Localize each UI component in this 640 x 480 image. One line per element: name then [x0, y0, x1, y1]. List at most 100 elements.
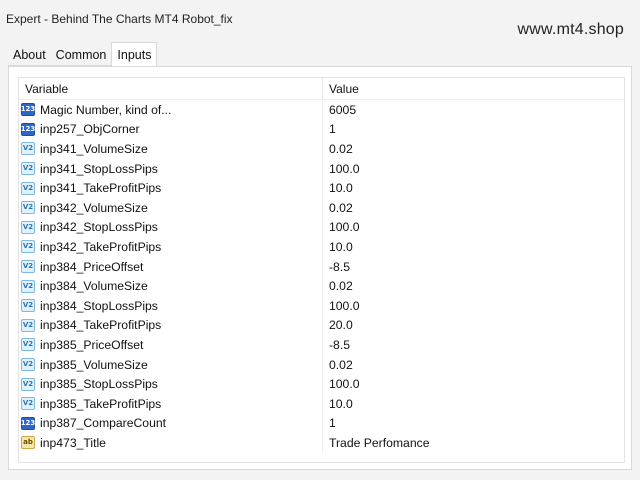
variable-cell[interactable]: V2 inp342_StopLossPips	[19, 217, 323, 238]
variable-value: 1	[329, 416, 336, 431]
value-cell[interactable]: 100.0	[323, 374, 624, 394]
variable-cell[interactable]: V2 inp384_VolumeSize	[19, 276, 323, 296]
value-cell[interactable]: Trade Perfomance	[323, 433, 624, 453]
variable-cell[interactable]: 123 inp257_ObjCorner	[19, 119, 323, 140]
variable-name: inp385_VolumeSize	[40, 357, 148, 372]
variable-name: inp341_TakeProfitPips	[40, 181, 162, 196]
value-cell[interactable]: -8.5	[323, 257, 624, 277]
variable-cell[interactable]: V2 inp342_VolumeSize	[19, 197, 323, 218]
table-row[interactable]: 123 inp387_CompareCount 1	[19, 413, 624, 434]
variable-value: 6005	[329, 102, 357, 117]
variable-name: inp384_VolumeSize	[40, 279, 148, 294]
value-cell[interactable]: 0.02	[323, 139, 624, 159]
value-cell[interactable]: 0.02	[323, 276, 624, 296]
variable-name: inp341_VolumeSize	[40, 141, 148, 156]
value-cell[interactable]: 20.0	[323, 316, 624, 336]
string-type-icon: ab	[21, 436, 35, 450]
table-row[interactable]: V2 inp342_StopLossPips 100.0	[19, 217, 624, 238]
inputs-panel: Variable Value 123 Magic Number, kind of.…	[8, 66, 632, 470]
variable-value: 10.0	[329, 181, 353, 196]
variable-cell[interactable]: V2 inp385_PriceOffset	[19, 335, 323, 355]
tab-inputs[interactable]: Inputs	[111, 42, 158, 66]
variable-cell[interactable]: V2 inp341_TakeProfitPips	[19, 178, 323, 198]
inputs-table: Variable Value 123 Magic Number, kind of.…	[18, 77, 625, 463]
variable-cell[interactable]: V2 inp384_StopLossPips	[19, 295, 323, 316]
double-type-icon: V2	[21, 201, 35, 215]
variable-name: inp385_PriceOffset	[40, 337, 144, 352]
variable-value: Trade Perfomance	[329, 435, 430, 450]
variable-cell[interactable]: 123 Magic Number, kind of...	[19, 100, 323, 120]
variable-value: 0.02	[329, 200, 353, 215]
variable-cell[interactable]: V2 inp384_TakeProfitPips	[19, 315, 323, 336]
column-header-value[interactable]: Value	[323, 78, 624, 99]
variable-cell[interactable]: V2 inp385_VolumeSize	[19, 354, 323, 375]
table-row[interactable]: V2 inp384_TakeProfitPips 20.0	[19, 315, 624, 336]
value-cell[interactable]: 1	[323, 414, 624, 434]
value-cell[interactable]: 100.0	[323, 218, 624, 238]
table-row[interactable]: V2 inp341_TakeProfitPips 10.0	[19, 178, 624, 198]
variable-cell[interactable]: V2 inp385_TakeProfitPips	[19, 393, 323, 414]
value-cell[interactable]: 0.02	[323, 355, 624, 375]
variable-name: inp387_CompareCount	[40, 416, 167, 431]
table-row[interactable]: V2 inp342_VolumeSize 0.02	[19, 197, 624, 218]
variable-value: -8.5	[329, 337, 351, 352]
variable-cell[interactable]: V2 inp342_TakeProfitPips	[19, 237, 323, 257]
window-title: Expert - Behind The Charts MT4 Robot_fix	[6, 12, 233, 26]
table-row[interactable]: V2 inp341_StopLossPips 100.0	[19, 158, 624, 179]
variable-name: inp384_StopLossPips	[40, 298, 158, 313]
double-type-icon: V2	[21, 220, 35, 234]
value-cell[interactable]: 100.0	[323, 159, 624, 179]
table-row[interactable]: 123 Magic Number, kind of... 6005	[19, 100, 624, 120]
tab-strip: About Common Inputs	[8, 42, 158, 66]
table-row[interactable]: V2 inp385_PriceOffset -8.5	[19, 335, 624, 355]
watermark: www.mt4.shop	[517, 21, 624, 38]
integer-type-icon: 123	[21, 103, 35, 117]
table-row[interactable]: V2 inp342_TakeProfitPips 10.0	[19, 237, 624, 257]
double-type-icon: V2	[21, 162, 35, 176]
table-row[interactable]: V2 inp385_StopLossPips 100.0	[19, 374, 624, 394]
double-type-icon: V2	[21, 260, 35, 274]
table-row[interactable]: V2 inp384_StopLossPips 100.0	[19, 295, 624, 316]
table-header: Variable Value	[19, 78, 624, 100]
double-type-icon: V2	[21, 358, 35, 372]
value-cell[interactable]: 10.0	[323, 237, 624, 257]
variable-name: inp384_TakeProfitPips	[40, 318, 162, 333]
table-row[interactable]: V2 inp384_VolumeSize 0.02	[19, 276, 624, 296]
variable-name: inp384_PriceOffset	[40, 259, 144, 274]
variable-value: 10.0	[329, 396, 353, 411]
value-cell[interactable]: 10.0	[323, 394, 624, 414]
variable-name: inp342_VolumeSize	[40, 200, 148, 215]
value-cell[interactable]: 1	[323, 120, 624, 140]
variable-cell[interactable]: V2 inp384_PriceOffset	[19, 256, 323, 277]
table-row[interactable]: 123 inp257_ObjCorner 1	[19, 119, 624, 140]
variable-name: inp385_TakeProfitPips	[40, 396, 162, 411]
table-row[interactable]: V2 inp385_TakeProfitPips 10.0	[19, 393, 624, 414]
variable-cell[interactable]: V2 inp341_VolumeSize	[19, 139, 323, 159]
value-cell[interactable]: 6005	[323, 100, 624, 120]
tab-common[interactable]: Common	[50, 44, 112, 66]
value-cell[interactable]: -8.5	[323, 335, 624, 355]
table-row[interactable]: V2 inp341_VolumeSize 0.02	[19, 139, 624, 159]
variable-value: 100.0	[329, 377, 360, 392]
variable-cell[interactable]: 123 inp387_CompareCount	[19, 413, 323, 434]
double-type-icon: V2	[21, 279, 35, 293]
variable-value: 10.0	[329, 239, 353, 254]
variable-cell[interactable]: ab inp473_Title	[19, 433, 323, 453]
double-type-icon: V2	[21, 181, 35, 195]
variable-cell[interactable]: V2 inp341_StopLossPips	[19, 158, 323, 179]
column-header-variable[interactable]: Variable	[19, 78, 323, 99]
table-row[interactable]: V2 inp385_VolumeSize 0.02	[19, 354, 624, 375]
value-cell[interactable]: 100.0	[323, 296, 624, 316]
variable-value: 1	[329, 122, 336, 137]
variable-value: 0.02	[329, 357, 353, 372]
integer-type-icon: 123	[21, 416, 35, 430]
double-type-icon: V2	[21, 397, 35, 411]
tab-about[interactable]: About	[8, 44, 51, 66]
table-row[interactable]: ab inp473_Title Trade Perfomance	[19, 433, 624, 453]
double-type-icon: V2	[21, 318, 35, 332]
variable-cell[interactable]: V2 inp385_StopLossPips	[19, 374, 323, 394]
table-row[interactable]: V2 inp384_PriceOffset -8.5	[19, 256, 624, 277]
value-cell[interactable]: 0.02	[323, 198, 624, 218]
variable-name: inp385_StopLossPips	[40, 377, 158, 392]
value-cell[interactable]: 10.0	[323, 178, 624, 198]
